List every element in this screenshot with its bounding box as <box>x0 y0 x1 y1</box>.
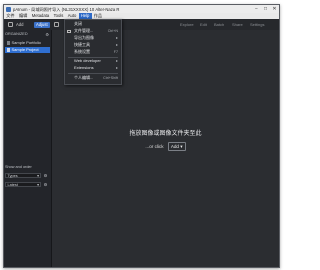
title-bar: pAInum - 局域网照片导入 (NL31XXXXX) 10 Alter-Na… <box>4 5 279 13</box>
folder-icon <box>6 41 10 45</box>
sidebar-header-label: ORGANIZED <box>5 32 28 36</box>
app-logo-icon <box>6 6 11 12</box>
menu-item-extensions[interactable]: Extensions ▸ <box>65 65 121 71</box>
sort-order-select[interactable]: Latest ▾ <box>5 182 41 187</box>
menu-item-label: 快捷工具 <box>74 42 90 47</box>
settings-tab[interactable]: Settings <box>250 22 264 28</box>
sort-label: Show and order <box>5 165 32 169</box>
menu-item-personal-edit[interactable]: 个人编辑... Ctrl+Shift <box>65 75 121 81</box>
type-filter-select[interactable]: Types ▾ <box>5 173 41 178</box>
menu-item-shortcut: F7 <box>113 50 118 54</box>
chevron-down-icon: ▾ <box>37 174 39 178</box>
add-button[interactable]: Add <box>16 22 23 28</box>
menu-item-label: 个人编辑... <box>74 75 94 80</box>
project-icon <box>6 48 10 52</box>
empty-state-title: 拖放图像或图像文件夹至此 <box>129 131 202 137</box>
share-tab[interactable]: Share <box>232 22 243 28</box>
gear-icon[interactable]: ⚙ <box>45 32 49 37</box>
menu-item-system-settings[interactable]: 系统设置 F7 <box>65 49 121 55</box>
menu-separator <box>68 56 118 57</box>
back-icon[interactable] <box>8 22 13 27</box>
close-button[interactable]: ✕ <box>270 5 279 13</box>
menu-item-export-image[interactable]: 导出为图像 ▸ <box>65 35 121 41</box>
menu-item-quick-tools[interactable]: 快捷工具 ▸ <box>65 42 121 48</box>
menu-item-web-developer[interactable]: Web developer ▸ <box>65 58 121 64</box>
maximize-button[interactable]: □ <box>261 5 270 13</box>
add-dropdown-button[interactable]: Add ▾ <box>167 142 186 151</box>
app-window: pAInum - 局域网照片导入 (NL31XXXXX) 10 Alter-Na… <box>3 4 280 268</box>
batch-tab[interactable]: Batch <box>214 22 224 28</box>
menu-item-label: 系统设置 <box>74 49 90 54</box>
chevron-right-icon: ▸ <box>115 42 118 47</box>
chevron-right-icon: ▸ <box>115 65 118 70</box>
menu-item-shortcut: Ctrl+Shift <box>103 76 118 80</box>
menu-item-label: 关闭 <box>74 21 82 26</box>
menu-item-label: 文件管理... <box>74 28 94 33</box>
sidebar-header: ORGANIZED ⚙ <box>5 32 50 37</box>
filter-settings-icon[interactable]: ⚙ <box>43 173 48 178</box>
grid-view-icon[interactable] <box>54 22 59 27</box>
chevron-right-icon: ▸ <box>115 58 118 63</box>
menu-separator <box>68 72 118 73</box>
chevron-down-icon: ▾ <box>37 183 39 187</box>
file-manager-icon <box>67 29 71 33</box>
sidebar-item-sample-portfolio[interactable]: Sample Portfolio <box>5 40 50 46</box>
add-prompt: ...or click Add ▾ <box>52 142 279 151</box>
dropdown-menu: 关闭 文件管理... Ctrl+N 导出为图像 ▸ 快捷工具 ▸ 系统设置 F7… <box>64 19 122 85</box>
sort-settings-icon[interactable]: ⚙ <box>43 182 48 187</box>
explore-tab[interactable]: Explore <box>180 22 194 28</box>
or-click-text: ...or click <box>145 144 164 149</box>
sidebar-item-sample-project[interactable]: Sample Project <box>5 47 50 53</box>
sort-order-value: Latest <box>7 183 18 187</box>
chevron-right-icon: ▸ <box>115 35 118 40</box>
menu-item-label: 导出为图像 <box>74 35 94 40</box>
window-title: pAInum - 局域网照片导入 (NL31XXXXX) 10 Alter-Na… <box>13 6 120 12</box>
adjust-button[interactable]: Adjust <box>34 21 50 28</box>
menu-item-label: Web developer <box>74 58 101 63</box>
sidebar-item-label: Sample Portfolio <box>11 40 41 45</box>
menu-item-shortcut: Ctrl+N <box>107 29 118 33</box>
minimize-button[interactable]: − <box>252 5 261 13</box>
menu-item-close[interactable]: 关闭 <box>65 21 121 27</box>
sidebar: ORGANIZED ⚙ Sample Portfolio Sample Proj… <box>4 30 52 267</box>
menu-item-label: Extensions <box>74 65 94 70</box>
sidebar-item-label: Sample Project <box>11 47 39 52</box>
edit-tab[interactable]: Edit <box>200 22 207 28</box>
menu-item-file-manager[interactable]: 文件管理... Ctrl+N <box>65 28 121 34</box>
type-filter-value: Types <box>7 174 18 178</box>
